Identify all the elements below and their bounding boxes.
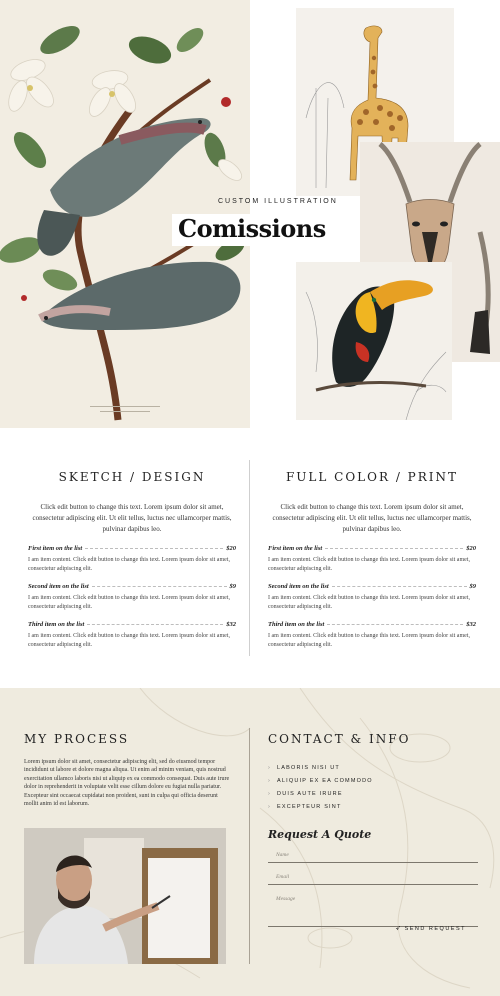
price-item-price: $32 [466,621,476,628]
send-request-button[interactable]: ➶ SEND REQUEST [395,924,466,932]
hero-eyebrow: CUSTOM ILLUSTRATION [218,198,338,205]
price-item-price: $9 [469,583,477,590]
price-list-item: Third item on the list $32 I am item con… [268,621,476,649]
toucan-illustration [296,262,452,420]
price-list-item: Third item on the list $32 I am item con… [28,621,236,649]
pricing-column-sketch: SKETCH / DESIGN Click edit button to cha… [28,470,236,649]
price-item-price: $9 [229,583,237,590]
pricing-divider [249,460,250,656]
price-list-item: First item on the list $20 I am item con… [28,545,236,573]
process-heading: MY PROCESS [24,732,130,746]
price-dots [85,548,224,549]
price-list-item: Second item on the list $9 I am item con… [268,583,476,611]
bottom-divider [249,728,250,964]
artist-photo [24,828,226,964]
pricing-section: SKETCH / DESIGN Click edit button to cha… [0,430,500,688]
price-dots [325,548,464,549]
message-field[interactable]: Message [268,893,478,927]
price-item-price: $20 [226,545,236,552]
contact-info-label: LABORIS NISI UT [277,765,340,771]
price-item-name: First item on the list [28,545,83,552]
contact-info-item: › ALIQUIP EX EA COMMODO [268,775,478,788]
price-list-item: Second item on the list $9 I am item con… [28,583,236,611]
price-item-desc: I am item content. Click edit button to … [268,557,470,572]
pricing-description: Click edit button to change this text. L… [32,503,232,533]
process-block: MY PROCESS Lorem ipsum dolor sit amet, c… [24,732,230,808]
price-item-name: Third item on the list [268,621,325,628]
contact-info-list: › LABORIS NISI UT › ALIQUIP EX EA COMMODO … [268,762,478,814]
price-item-desc: I am item content. Click edit button to … [28,633,230,648]
price-item-name: Third item on the list [28,621,85,628]
contact-info-item: › EXCEPTEUR SINT [268,801,478,814]
chevron-right-icon: › [268,791,272,797]
process-contact-section: MY PROCESS Lorem ipsum dolor sit amet, c… [0,688,500,996]
price-dots [87,624,224,625]
send-request-label: SEND REQUEST [404,926,466,932]
price-item-name: Second item on the list [268,583,329,590]
price-item-desc: I am item content. Click edit button to … [28,595,230,610]
price-list-item: First item on the list $20 I am item con… [268,545,476,573]
contact-info-item: › LABORIS NISI UT [268,762,478,775]
contact-info-label: DUIS AUTE IRURE [277,791,343,797]
hero-section: CUSTOM ILLUSTRATION Comissions [0,0,500,430]
quote-form-title: Request A Quote [268,828,372,841]
price-item-desc: I am item content. Click edit button to … [28,557,230,572]
contact-info-label: ALIQUIP EX EA COMMODO [277,778,373,784]
price-item-price: $20 [466,545,476,552]
price-item-name: Second item on the list [28,583,89,590]
pricing-heading: FULL COLOR / PRINT [285,470,459,484]
price-dots [327,624,464,625]
chevron-right-icon: › [268,765,272,771]
price-item-price: $32 [226,621,236,628]
send-icon: ➶ [395,925,403,932]
chevron-right-icon: › [268,804,272,810]
email-field[interactable]: Email [268,871,478,885]
pricing-column-fullcolor: FULL COLOR / PRINT Click edit button to … [268,470,476,649]
price-item-desc: I am item content. Click edit button to … [268,595,470,610]
chevron-right-icon: › [268,778,272,784]
contact-info-label: EXCEPTEUR SINT [277,804,342,810]
price-item-name: First item on the list [268,545,323,552]
name-field[interactable]: Name [268,849,478,863]
pricing-heading: SKETCH / DESIGN [58,470,206,484]
pricing-description: Click edit button to change this text. L… [272,503,472,533]
price-item-desc: I am item content. Click edit button to … [268,633,470,648]
price-dots [331,586,467,587]
contact-block: CONTACT & INFO › LABORIS NISI UT › ALIQUIP… [268,732,478,932]
process-body: Lorem ipsum dolor sit amet, consectetur … [24,759,230,808]
price-dots [91,586,227,587]
contact-heading: CONTACT & INFO [268,732,411,746]
page-title: Comissions [178,214,326,243]
contact-info-item: › DUIS AUTE IRURE [268,788,478,801]
